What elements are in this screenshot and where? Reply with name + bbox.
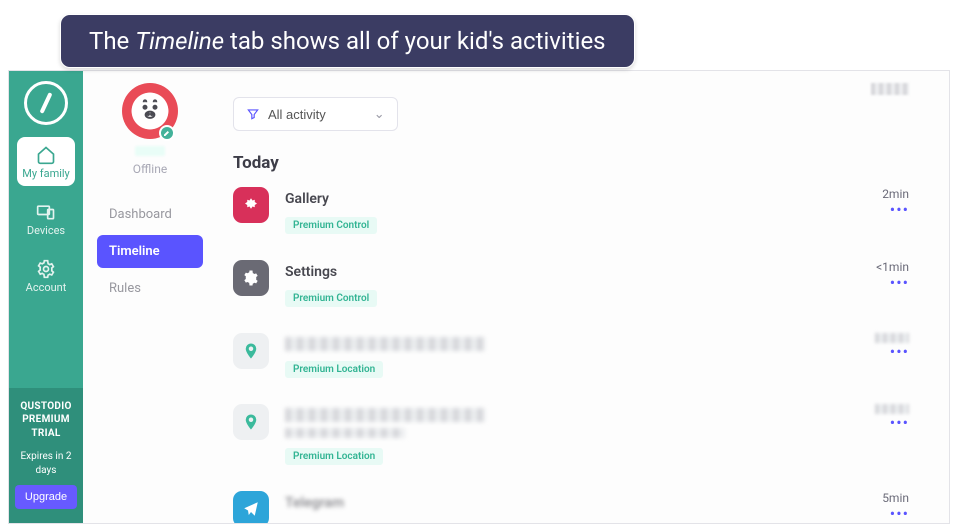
activity-duration: 2min xyxy=(882,187,909,201)
location-text-redacted xyxy=(285,337,485,351)
activity-duration: 5min xyxy=(882,491,909,505)
activity-more-menu[interactable]: ••• xyxy=(876,278,909,288)
child-name-redacted xyxy=(135,146,165,156)
activity-filter-dropdown[interactable]: All activity ⌄ xyxy=(233,97,398,131)
premium-control-tag: Premium Control xyxy=(285,290,377,307)
location-text-redacted xyxy=(285,428,405,438)
telegram-app-icon xyxy=(233,491,269,523)
activity-duration-redacted xyxy=(875,404,909,414)
upgrade-button[interactable]: Upgrade xyxy=(15,485,77,509)
rail-item-label: Account xyxy=(19,281,73,294)
profile-nav-column: Offline Dashboard Timeline Rules xyxy=(83,71,213,523)
location-icon xyxy=(233,404,269,440)
promo-title: QUSTODIO PREMIUM TRIAL xyxy=(13,400,79,441)
settings-app-icon xyxy=(233,260,269,296)
activity-more-menu[interactable]: ••• xyxy=(882,205,909,215)
app-frame: My family Devices Account QUSTODIO PREMI… xyxy=(8,70,950,524)
rail-item-label: Devices xyxy=(19,224,73,237)
filter-label: All activity xyxy=(268,107,326,122)
activity-more-menu[interactable]: ••• xyxy=(882,509,909,519)
nav-timeline[interactable]: Timeline xyxy=(97,235,203,268)
devices-icon xyxy=(19,202,73,222)
caption-banner: The Timeline tab shows all of your kid's… xyxy=(60,14,635,68)
timeline-section-title: Today xyxy=(233,153,909,173)
activity-app-name: Settings xyxy=(285,264,860,280)
activity-duration: <1min xyxy=(876,260,909,274)
location-icon xyxy=(233,333,269,369)
caption-pre: The xyxy=(89,27,135,55)
rail-item-account[interactable]: Account xyxy=(17,251,75,300)
rail-item-my-family[interactable]: My family xyxy=(17,137,75,186)
brand-logo xyxy=(24,81,68,125)
premium-trial-promo: QUSTODIO PREMIUM TRIAL Expires in 2 days… xyxy=(9,388,83,524)
gallery-app-icon xyxy=(233,187,269,223)
activity-row: Gallery Premium Control 2min ••• xyxy=(233,187,909,234)
home-icon xyxy=(19,145,73,165)
premium-location-tag: Premium Location xyxy=(285,361,383,378)
nav-rules[interactable]: Rules xyxy=(97,272,203,305)
child-status: Offline xyxy=(97,162,203,176)
filter-icon xyxy=(246,107,260,121)
activity-row: Premium Location ••• xyxy=(233,333,909,378)
rail-item-label: My family xyxy=(19,167,73,180)
chevron-down-icon: ⌄ xyxy=(374,106,385,122)
rail-item-devices[interactable]: Devices xyxy=(17,194,75,243)
activity-row: Premium Location ••• xyxy=(233,404,909,465)
edit-avatar-button[interactable] xyxy=(159,125,175,141)
avatar-wrap: Offline xyxy=(97,83,203,176)
promo-expires: Expires in 2 days xyxy=(13,450,79,477)
activity-app-name: Gallery xyxy=(285,191,866,207)
activity-app-name: Telegram xyxy=(285,495,866,511)
activity-row: Settings Premium Control <1min ••• xyxy=(233,260,909,307)
header-right-redacted xyxy=(871,83,909,95)
activity-duration-redacted xyxy=(875,333,909,343)
main-content: All activity ⌄ Today Gallery Premium Con… xyxy=(213,71,949,523)
caption-em: Timeline xyxy=(135,27,224,55)
sidebar-rail: My family Devices Account QUSTODIO PREMI… xyxy=(9,71,83,523)
caption-post: tab shows all of your kid's activities xyxy=(224,27,606,55)
activity-more-menu[interactable]: ••• xyxy=(875,418,909,428)
activity-more-menu[interactable]: ••• xyxy=(875,347,909,357)
location-text-redacted xyxy=(285,408,485,422)
gear-icon xyxy=(19,259,73,279)
premium-location-tag: Premium Location xyxy=(285,448,383,465)
activity-row: Telegram 5min ••• xyxy=(233,491,909,523)
premium-control-tag: Premium Control xyxy=(285,217,377,234)
nav-dashboard[interactable]: Dashboard xyxy=(97,198,203,231)
